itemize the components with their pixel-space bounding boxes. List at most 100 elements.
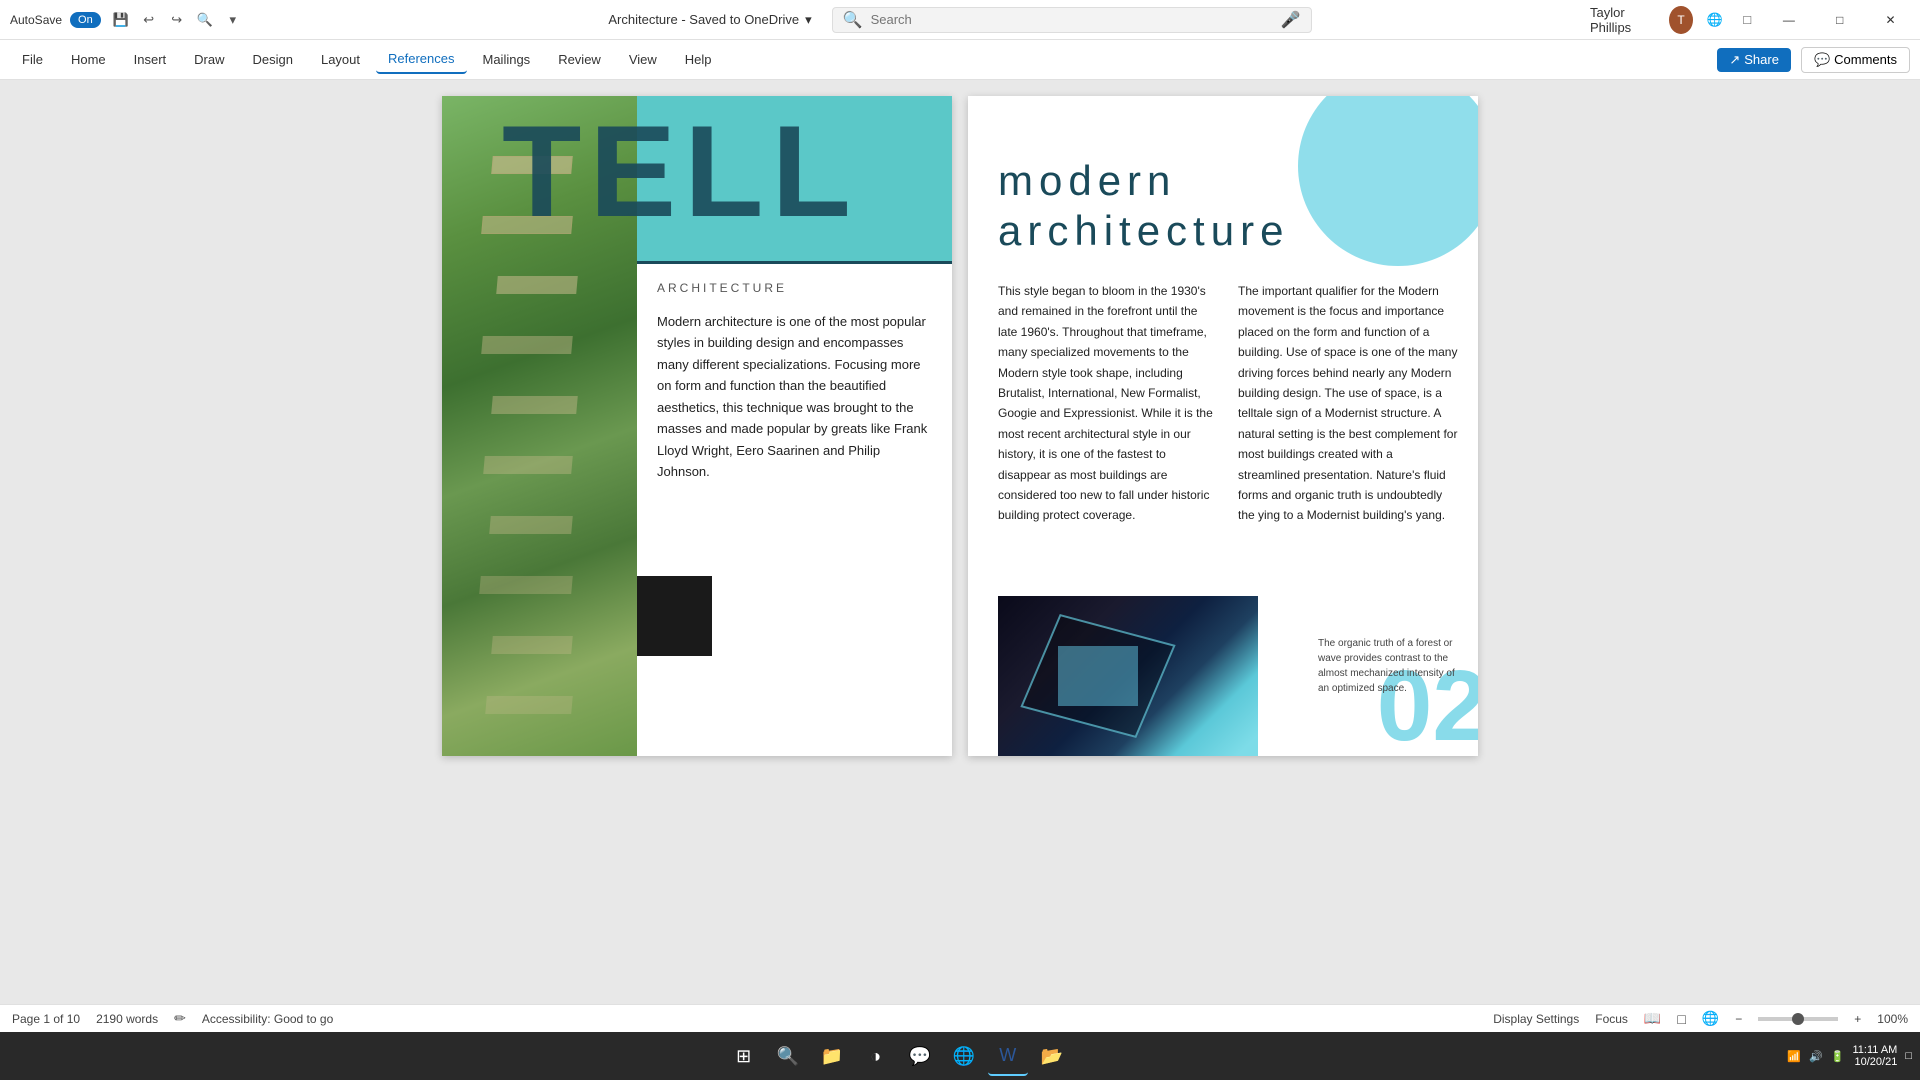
right-text-cols: This style began to bloom in the 1930's … xyxy=(998,281,1458,526)
ribbon-item-home[interactable]: Home xyxy=(59,46,118,73)
black-square-accent xyxy=(637,576,712,656)
title-line2: architecture xyxy=(998,206,1418,256)
caption-text: The organic truth of a forest or wave pr… xyxy=(1318,636,1458,696)
balcony-9 xyxy=(491,636,573,654)
minimize-button[interactable]: — xyxy=(1769,0,1808,40)
ribbon-item-design[interactable]: Design xyxy=(241,46,305,73)
taskbar-search[interactable]: 🔍 xyxy=(768,1036,808,1076)
ribbon-item-insert[interactable]: Insert xyxy=(122,46,179,73)
taskbar-center: ⊞ 🔍 📁 ◑ 💬 🌐 W 📂 xyxy=(8,1036,1787,1076)
page-1: TELL ARCHITECTURE Modern architecture is… xyxy=(442,96,952,756)
taskbar-files[interactable]: 📁 xyxy=(812,1036,852,1076)
taskbar-chat[interactable]: 💬 xyxy=(900,1036,940,1076)
right-col-1: This style began to bloom in the 1930's … xyxy=(998,281,1218,526)
zoom-level: 100% xyxy=(1877,1012,1908,1026)
search-input[interactable] xyxy=(871,12,1273,27)
microphone-icon[interactable]: 🎤 xyxy=(1281,10,1301,30)
ribbon: File Home Insert Draw Design Layout Refe… xyxy=(0,40,1920,80)
share-label: Share xyxy=(1744,52,1779,67)
search-icon: 🔍 xyxy=(843,10,863,30)
taskbar-start[interactable]: ⊞ xyxy=(724,1036,764,1076)
autosave-toggle[interactable]: On xyxy=(70,12,101,28)
share-icon: ↗ xyxy=(1729,52,1740,68)
architecture-label: ARCHITECTURE xyxy=(657,281,787,295)
zoom-slider[interactable] xyxy=(1758,1017,1838,1021)
ribbon-item-file[interactable]: File xyxy=(10,46,55,73)
web-layout-icon[interactable]: 🌐 xyxy=(1702,1010,1719,1027)
globe-icon: 🌐 xyxy=(1705,8,1725,32)
zoom-in-button[interactable]: + xyxy=(1854,1012,1861,1026)
page-info: Page 1 of 10 xyxy=(12,1012,80,1026)
search-bar[interactable]: 🔍 🎤 xyxy=(832,7,1312,33)
doc-title-text: Architecture - Saved to OneDrive xyxy=(608,12,799,27)
status-bar: Page 1 of 10 2190 words ✏ Accessibility:… xyxy=(0,1004,1920,1032)
taskbar-right: 📶 🔊 🔋 11:11 AM 10/20/21 □ xyxy=(1787,1044,1912,1068)
title-line1: modern xyxy=(998,156,1418,206)
edit-icon: ✏ xyxy=(174,1010,186,1027)
taskbar: ⊞ 🔍 📁 ◑ 💬 🌐 W 📂 📶 🔊 🔋 11:11 AM 10/20/21 … xyxy=(0,1032,1920,1080)
ribbon-item-layout[interactable]: Layout xyxy=(309,46,372,73)
date-display: 10/20/21 xyxy=(1855,1056,1898,1068)
print-layout-icon[interactable]: □ xyxy=(1677,1011,1685,1027)
right-col-2: The important qualifier for the Modern m… xyxy=(1238,281,1458,526)
main-area: TELL ARCHITECTURE Modern architecture is… xyxy=(0,80,1920,1004)
accessibility-status[interactable]: Accessibility: Good to go xyxy=(202,1012,333,1026)
comments-label: Comments xyxy=(1834,52,1897,67)
balcony-5 xyxy=(491,396,578,414)
ribbon-item-view[interactable]: View xyxy=(617,46,669,73)
search-doc-button[interactable]: 🔍 xyxy=(193,8,217,32)
balcony-6 xyxy=(483,456,573,474)
zoom-out-button[interactable]: − xyxy=(1735,1012,1742,1026)
more-button[interactable]: ▾ xyxy=(221,8,245,32)
balcony-4 xyxy=(481,336,573,354)
read-mode-icon[interactable]: 📖 xyxy=(1644,1010,1661,1027)
balcony-3 xyxy=(496,276,578,294)
taskbar-word[interactable]: W xyxy=(988,1036,1028,1076)
doc-title: Architecture - Saved to OneDrive ▾ xyxy=(608,12,811,28)
close-button[interactable]: ✕ xyxy=(1871,0,1910,40)
balcony-10 xyxy=(485,696,573,714)
ribbon-item-references[interactable]: References xyxy=(376,45,466,74)
notification-icon[interactable]: □ xyxy=(1905,1050,1912,1062)
battery-icon: 🔋 xyxy=(1831,1050,1845,1063)
account-icon: □ xyxy=(1737,8,1757,32)
share-button[interactable]: ↗ Share xyxy=(1717,48,1791,72)
doc-title-chevron[interactable]: ▾ xyxy=(805,12,812,28)
comments-button[interactable]: 💬 Comments xyxy=(1801,47,1910,73)
volume-icon: 🔊 xyxy=(1809,1050,1823,1063)
zoom-thumb[interactable] xyxy=(1792,1013,1804,1025)
title-bar-left: AutoSave On 💾 ↩ ↪ 🔍 ▾ xyxy=(10,8,330,32)
title-bar-right: Taylor Phillips T 🌐 □ — □ ✕ xyxy=(1590,0,1910,40)
restore-button[interactable]: □ xyxy=(1820,0,1859,40)
taskbar-time[interactable]: 11:11 AM 10/20/21 xyxy=(1853,1044,1898,1068)
network-icon: 📶 xyxy=(1787,1050,1801,1063)
redo-button[interactable]: ↪ xyxy=(165,8,189,32)
taskbar-explorer[interactable]: 📂 xyxy=(1032,1036,1072,1076)
ribbon-right: ↗ Share 💬 Comments xyxy=(1717,47,1910,73)
ribbon-item-review[interactable]: Review xyxy=(546,46,613,73)
balcony-7 xyxy=(489,516,573,534)
focus-button[interactable]: Focus xyxy=(1595,1012,1628,1026)
title-bar-center: Architecture - Saved to OneDrive ▾ 🔍 🎤 xyxy=(330,7,1590,33)
taskbar-edge[interactable]: 🌐 xyxy=(944,1036,984,1076)
autosave-on-label: On xyxy=(78,14,93,26)
display-settings-button[interactable]: Display Settings xyxy=(1493,1012,1579,1026)
page-divider xyxy=(637,261,952,264)
taskbar-widgets[interactable]: ◑ xyxy=(856,1036,896,1076)
arch-shape-inner xyxy=(1058,646,1138,706)
autosave-label: AutoSave xyxy=(10,13,62,27)
status-left: Page 1 of 10 2190 words ✏ Accessibility:… xyxy=(12,1010,333,1027)
ribbon-item-draw[interactable]: Draw xyxy=(182,46,236,73)
time-display: 11:11 AM xyxy=(1853,1044,1898,1056)
page-2: modern architecture This style began to … xyxy=(968,96,1478,756)
save-button[interactable]: 💾 xyxy=(109,8,133,32)
title-toolbar: 💾 ↩ ↪ 🔍 ▾ xyxy=(109,8,245,32)
word-count: 2190 words xyxy=(96,1012,158,1026)
comment-icon: 💬 xyxy=(1814,52,1830,68)
ribbon-item-mailings[interactable]: Mailings xyxy=(471,46,543,73)
title-bar: AutoSave On 💾 ↩ ↪ 🔍 ▾ Architecture - Sav… xyxy=(0,0,1920,40)
undo-button[interactable]: ↩ xyxy=(137,8,161,32)
doc-container: TELL ARCHITECTURE Modern architecture is… xyxy=(442,96,1478,756)
avatar[interactable]: T xyxy=(1669,6,1693,34)
ribbon-item-help[interactable]: Help xyxy=(673,46,724,73)
